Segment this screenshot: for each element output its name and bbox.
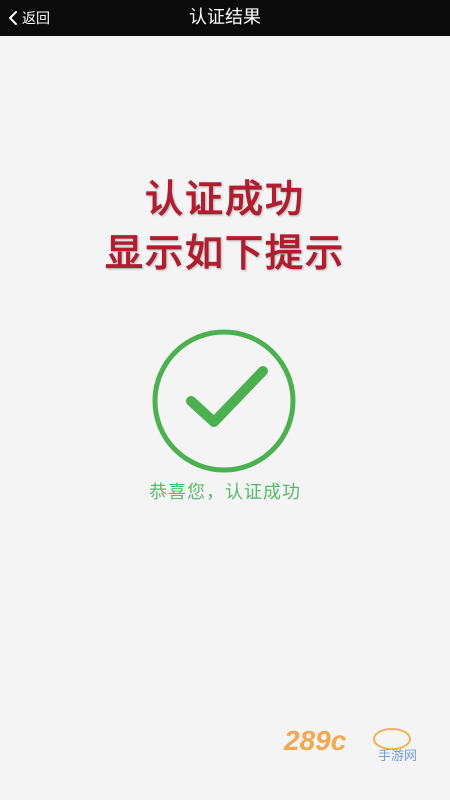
app-screen: 返回 认证结果 认证成功 显示如下提示 恭喜您，认证成功 289c 手游网: [0, 0, 450, 800]
notice-line-1: 认证成功: [144, 177, 305, 221]
notice-line-2: 显示如下提示: [104, 231, 345, 275]
page-title: 认证结果: [189, 7, 261, 28]
success-checkmark-icon: [151, 328, 297, 474]
watermark-logo-text: 289c: [283, 725, 347, 756]
back-label: 返回: [22, 11, 50, 27]
back-button[interactable]: 返回: [8, 0, 50, 36]
watermark-logo: 289c 手游网: [282, 722, 432, 764]
notice-headline: 认证成功 显示如下提示: [0, 172, 450, 280]
success-message: 恭喜您，认证成功: [149, 482, 301, 503]
chevron-left-icon: [8, 10, 18, 26]
top-navigation-bar: 返回 认证结果: [0, 0, 450, 36]
watermark-sub-text: 手游网: [378, 749, 417, 762]
